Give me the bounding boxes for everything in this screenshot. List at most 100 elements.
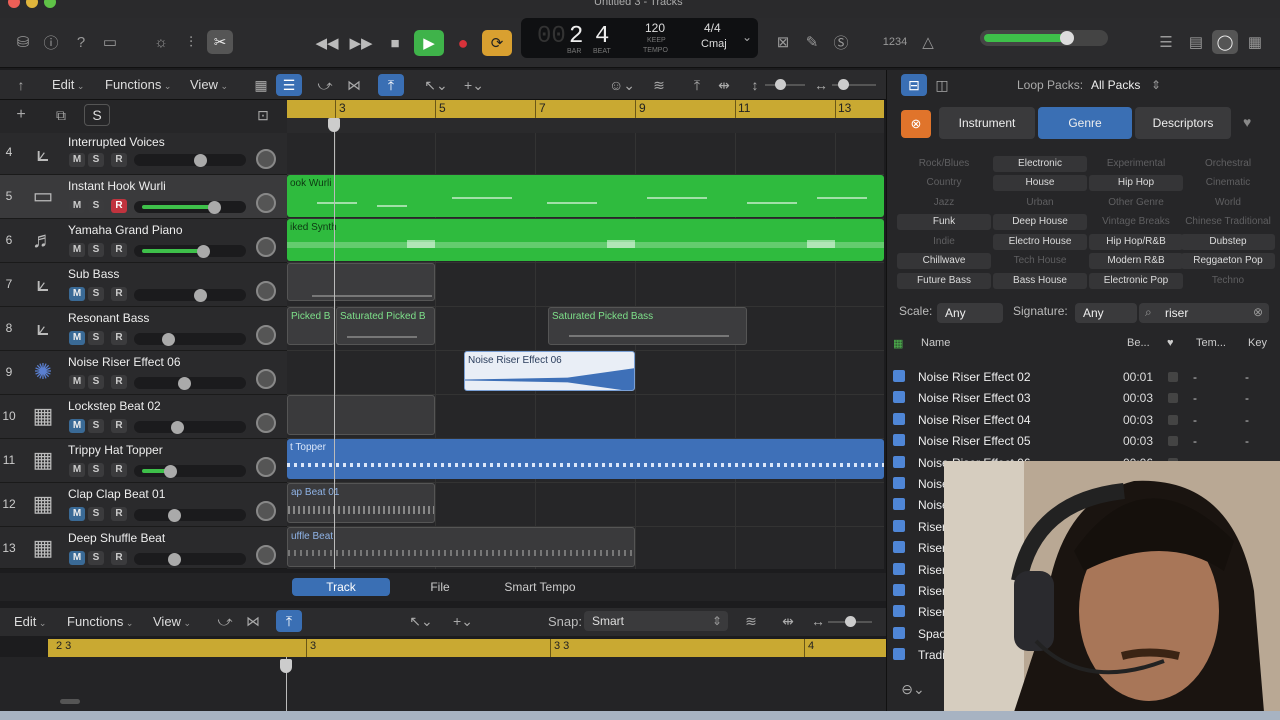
horizontal-arrow-icon[interactable]: ↔	[808, 74, 834, 96]
solo-button[interactable]: S	[88, 551, 104, 565]
midi-region-muted[interactable]	[287, 263, 435, 301]
midi-region-muted[interactable]: Picked B	[287, 307, 335, 345]
track-name[interactable]: Yamaha Grand Piano	[68, 223, 183, 237]
pan-knob[interactable]	[256, 237, 276, 257]
list-editors-icon[interactable]: ☰	[1153, 30, 1179, 54]
audio-region-muted[interactable]: ap Beat 01	[287, 483, 435, 523]
tab-track[interactable]: Track	[292, 578, 390, 596]
loop-result-row[interactable]: Noise Riser Effect 04 00:03 - -	[887, 409, 1280, 430]
keyword-button[interactable]: Future Bass	[897, 273, 991, 289]
tab-instrument[interactable]: Instrument	[939, 107, 1035, 139]
vertical-zoom-slider[interactable]	[765, 79, 805, 90]
editor-automation-icon[interactable]: ⤻	[212, 610, 238, 632]
solo-button[interactable]: S	[88, 375, 104, 389]
editor-flex-icon[interactable]: ⋈	[240, 610, 266, 632]
smart-controls-icon[interactable]: ☼	[148, 30, 174, 54]
toolbar-icon[interactable]: ▭	[97, 30, 123, 54]
track-row[interactable]: 12 ▦ Clap Clap Beat 01 M S R	[0, 483, 287, 527]
tab-genre[interactable]: Genre	[1038, 107, 1132, 139]
editor-view-menu[interactable]: View	[153, 614, 191, 629]
solo-icon[interactable]: Ⓢ	[828, 30, 854, 54]
pan-knob[interactable]	[256, 325, 276, 345]
solo-button[interactable]: S	[88, 419, 104, 433]
loops-view-icon[interactable]: ⊟	[901, 74, 927, 96]
volume-slider[interactable]	[134, 377, 246, 390]
track-name[interactable]: Interrupted Voices	[68, 135, 165, 149]
tab-smart-tempo[interactable]: Smart Tempo	[491, 578, 589, 596]
keyword-button[interactable]: Cinematic	[1181, 175, 1275, 191]
grid-view-icon[interactable]: ▦	[248, 74, 274, 96]
audio-region-muted[interactable]: uffle Beat	[287, 527, 635, 567]
master-volume-slider[interactable]	[980, 30, 1108, 46]
keyword-button[interactable]: Rock/Blues	[897, 156, 991, 172]
mute-button[interactable]: M	[69, 243, 85, 257]
track-name[interactable]: Sub Bass	[68, 267, 119, 281]
loop-packs-select[interactable]: All Packs	[1091, 78, 1140, 92]
mute-button[interactable]: M	[69, 199, 85, 213]
keyword-button[interactable]: Electronic Pop	[1089, 273, 1183, 289]
keyword-button[interactable]: Electro House	[993, 234, 1087, 250]
solo-button[interactable]: S	[88, 507, 104, 521]
col-favorite-heart-icon[interactable]: ♥	[1167, 337, 1174, 349]
track-row[interactable]: 10 ▦ Lockstep Beat 02 M S R	[0, 395, 287, 439]
keyword-button[interactable]: Country	[897, 175, 991, 191]
track-row[interactable]: 6 ♬ Yamaha Grand Piano M S R	[0, 219, 287, 263]
lcd-dropdown-icon[interactable]: ⌄	[742, 30, 752, 44]
solo-button[interactable]: S	[88, 331, 104, 345]
volume-slider[interactable]	[134, 465, 246, 478]
track-row[interactable]: 5 ▭ Instant Hook Wurli M S R	[0, 175, 287, 219]
solo-button[interactable]: S	[88, 153, 104, 167]
midi-region-muted[interactable]: Saturated Picked Bass	[548, 307, 747, 345]
loop-search-field[interactable]: ⌕ riser ⊗	[1139, 303, 1269, 323]
arrange-area[interactable]: ook Wurli iked Synth Picked B Saturated …	[287, 133, 884, 569]
mixer-icon[interactable]: ⫶	[178, 30, 204, 54]
editor-pointer-tool-icon[interactable]: ↖⌄	[405, 610, 437, 632]
favorite-checkbox[interactable]	[1168, 436, 1178, 447]
editor-zoom-slider[interactable]	[828, 616, 872, 627]
volume-slider[interactable]	[134, 154, 246, 167]
pan-knob[interactable]	[256, 369, 276, 389]
keyword-button[interactable]: Chinese Traditional	[1181, 214, 1275, 230]
notepad-icon[interactable]: ▤	[1183, 30, 1209, 54]
keyword-button[interactable]: Bass House	[993, 273, 1087, 289]
pan-knob[interactable]	[256, 545, 276, 565]
smiley-tool-icon[interactable]: ☺⌄	[606, 74, 638, 96]
loop-result-row[interactable]: Noise Riser Effect 05 00:03 - -	[887, 430, 1280, 451]
minimize-window-button[interactable]	[26, 0, 38, 8]
keyword-button[interactable]: Modern R&B	[1089, 253, 1183, 269]
pan-knob[interactable]	[256, 281, 276, 301]
marker-lane[interactable]	[287, 118, 884, 133]
mute-button[interactable]: M	[69, 153, 85, 167]
col-name[interactable]: Name	[921, 337, 950, 349]
keyword-button[interactable]: Deep House	[993, 214, 1087, 230]
keyword-button[interactable]: Tech House	[993, 253, 1087, 269]
playhead[interactable]	[334, 118, 335, 569]
editors-scissors-icon[interactable]: ✂	[207, 30, 233, 54]
info-icon[interactable]: ⓘ	[38, 30, 64, 54]
metronome-icon[interactable]: △	[915, 30, 941, 54]
volume-slider[interactable]	[134, 333, 246, 346]
pointer-tool-icon[interactable]: ↖⌄	[420, 74, 452, 96]
solo-button[interactable]: S	[88, 243, 104, 257]
vertical-zoom-icon[interactable]: ⤒	[684, 74, 710, 96]
volume-slider[interactable]	[134, 553, 246, 566]
favorite-checkbox[interactable]	[1168, 393, 1178, 404]
solo-button[interactable]: S	[88, 463, 104, 477]
automation-icon[interactable]: ⤻	[312, 74, 338, 96]
keyword-button[interactable]: Hip Hop/R&B	[1089, 234, 1183, 250]
back-arrow-icon[interactable]: ↑	[8, 74, 34, 96]
mute-button[interactable]: M	[69, 507, 85, 521]
record-enable-button[interactable]: R	[111, 507, 127, 521]
keyword-button[interactable]: Experimental	[1089, 156, 1183, 172]
columns-view-icon[interactable]: ◫	[929, 74, 955, 96]
mute-button[interactable]: M	[69, 375, 85, 389]
keyword-button[interactable]: Reggaeton Pop	[1181, 253, 1275, 269]
record-enable-button[interactable]: R	[111, 419, 127, 433]
favorite-checkbox[interactable]	[1168, 414, 1178, 425]
solo-button[interactable]: S	[88, 287, 104, 301]
track-row[interactable]: 9 ✺ Noise Riser Effect 06 M S R	[0, 351, 287, 395]
view-menu[interactable]: View	[190, 77, 228, 92]
track-name[interactable]: Deep Shuffle Beat	[68, 531, 165, 545]
pan-knob[interactable]	[256, 413, 276, 433]
keyword-button[interactable]: Techno	[1181, 273, 1275, 289]
